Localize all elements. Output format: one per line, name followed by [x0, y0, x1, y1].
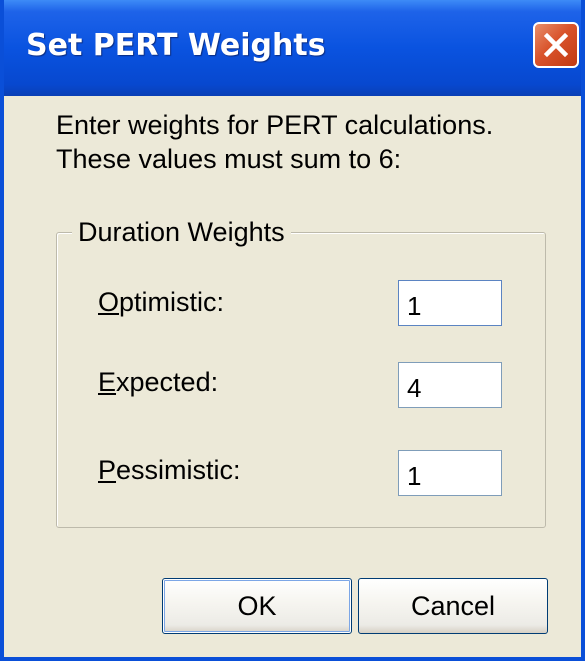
optimistic-label-text: ptimistic:: [119, 287, 225, 317]
optimistic-label: Optimistic:: [98, 286, 224, 318]
cancel-button[interactable]: Cancel: [358, 578, 548, 634]
title-bar[interactable]: Set PERT Weights: [4, 0, 581, 96]
window-title: Set PERT Weights: [26, 28, 326, 63]
ok-button[interactable]: OK: [162, 578, 352, 634]
duration-weights-legend: Duration Weights: [72, 216, 291, 248]
pessimistic-label-text: essimistic:: [116, 455, 241, 485]
instructions-line-2: These values must sum to 6:: [56, 144, 402, 174]
optimistic-input[interactable]: [398, 280, 502, 326]
pessimistic-input[interactable]: [398, 450, 502, 496]
pessimistic-accelerator: P: [98, 455, 117, 485]
expected-label-text: xpected:: [116, 367, 219, 397]
pessimistic-label: Pessimistic:: [98, 454, 241, 486]
close-button[interactable]: [533, 22, 579, 68]
optimistic-accelerator: O: [98, 287, 120, 317]
instructions-text: Enter weights for PERT calculations. The…: [56, 108, 493, 176]
expected-accelerator: E: [98, 367, 117, 397]
expected-label: Expected:: [98, 366, 218, 398]
close-x-icon: [543, 32, 569, 58]
expected-input[interactable]: [398, 362, 502, 408]
instructions-line-1: Enter weights for PERT calculations.: [56, 110, 494, 140]
